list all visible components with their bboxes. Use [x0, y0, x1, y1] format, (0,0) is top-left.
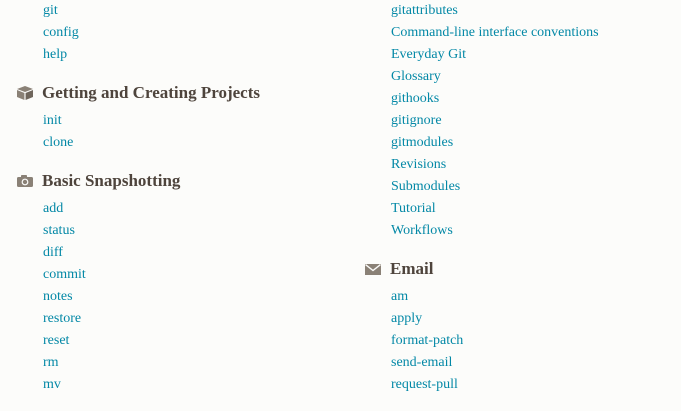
left-column: git config help Getting and Creating Pro…: [16, 0, 346, 396]
link-apply[interactable]: apply: [391, 311, 422, 326]
list-item: Glossary: [391, 66, 674, 88]
link-workflows[interactable]: Workflows: [391, 223, 453, 238]
list-item: clone: [43, 132, 346, 154]
list-item: gitmodules: [391, 132, 674, 154]
link-send-email[interactable]: send-email: [391, 355, 452, 370]
link-mv[interactable]: mv: [43, 377, 61, 392]
link-help[interactable]: help: [43, 47, 67, 62]
list-item: gitattributes: [391, 0, 674, 22]
link-restore[interactable]: restore: [43, 311, 81, 326]
link-githooks[interactable]: githooks: [391, 91, 439, 106]
link-rm[interactable]: rm: [43, 355, 59, 370]
link-init[interactable]: init: [43, 113, 62, 128]
list-item: init: [43, 110, 346, 132]
link-clone[interactable]: clone: [43, 135, 73, 150]
section-title: Email: [390, 259, 434, 278]
section-links: am apply format-patch send-email request…: [364, 286, 674, 396]
link-cli-conventions[interactable]: Command-line interface conventions: [391, 25, 599, 40]
section-email: Email am apply format-patch send-email r…: [364, 258, 674, 396]
link-revisions[interactable]: Revisions: [391, 157, 446, 172]
list-item: reset: [43, 330, 346, 352]
list-item: mv: [43, 374, 346, 396]
list-item: Tutorial: [391, 198, 674, 220]
link-format-patch[interactable]: format-patch: [391, 333, 463, 348]
list-item: diff: [43, 242, 346, 264]
link-reset[interactable]: reset: [43, 333, 69, 348]
section-header: Email: [364, 258, 674, 280]
section-title: Basic Snapshotting: [42, 171, 181, 190]
list-item: apply: [391, 308, 674, 330]
section-header: Basic Snapshotting: [16, 170, 346, 192]
right-column: gitattributes Command-line interface con…: [364, 0, 674, 396]
list-item: config: [43, 22, 346, 44]
envelope-icon: [364, 261, 382, 277]
list-item: Submodules: [391, 176, 674, 198]
section-title: Getting and Creating Projects: [42, 83, 260, 102]
list-item: githooks: [391, 88, 674, 110]
link-git[interactable]: git: [43, 3, 58, 18]
list-item: Workflows: [391, 220, 674, 242]
camera-icon: [16, 173, 34, 189]
link-commit[interactable]: commit: [43, 267, 86, 282]
section-basic-snapshotting: Basic Snapshotting add status diff commi…: [16, 170, 346, 396]
reference-list-top-left: git config help: [16, 0, 346, 66]
section-links: add status diff commit notes restore res…: [16, 198, 346, 396]
list-item: restore: [43, 308, 346, 330]
list-item: format-patch: [391, 330, 674, 352]
list-item: status: [43, 220, 346, 242]
list-item: add: [43, 198, 346, 220]
list-item: notes: [43, 286, 346, 308]
list-item: Command-line interface conventions: [391, 22, 674, 44]
link-diff[interactable]: diff: [43, 245, 63, 260]
list-item: commit: [43, 264, 346, 286]
section-links: init clone: [16, 110, 346, 154]
link-submodules[interactable]: Submodules: [391, 179, 460, 194]
list-item: git: [43, 0, 346, 22]
list-item: Everyday Git: [391, 44, 674, 66]
list-item: rm: [43, 352, 346, 374]
list-item: Revisions: [391, 154, 674, 176]
link-add[interactable]: add: [43, 201, 63, 216]
list-item: send-email: [391, 352, 674, 374]
link-gitignore[interactable]: gitignore: [391, 113, 442, 128]
link-gitmodules[interactable]: gitmodules: [391, 135, 453, 150]
link-gitattributes[interactable]: gitattributes: [391, 3, 458, 18]
link-config[interactable]: config: [43, 25, 79, 40]
link-glossary[interactable]: Glossary: [391, 69, 441, 84]
section-getting-creating: Getting and Creating Projects init clone: [16, 82, 346, 154]
link-am[interactable]: am: [391, 289, 408, 304]
link-status[interactable]: status: [43, 223, 75, 238]
list-item: am: [391, 286, 674, 308]
section-header: Getting and Creating Projects: [16, 82, 346, 104]
box-icon: [16, 85, 34, 101]
list-item: gitignore: [391, 110, 674, 132]
list-item: help: [43, 44, 346, 66]
link-notes[interactable]: notes: [43, 289, 73, 304]
link-request-pull[interactable]: request-pull: [391, 377, 458, 392]
link-everyday-git[interactable]: Everyday Git: [391, 47, 466, 62]
list-item: request-pull: [391, 374, 674, 396]
reference-list-top-right: gitattributes Command-line interface con…: [364, 0, 674, 242]
link-tutorial[interactable]: Tutorial: [391, 201, 436, 216]
